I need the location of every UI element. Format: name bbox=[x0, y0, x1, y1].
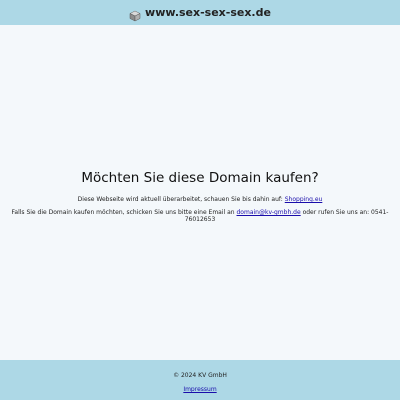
page-title: Möchten Sie diese Domain kaufen? bbox=[81, 170, 319, 186]
impressum-container: Impressum bbox=[0, 386, 400, 393]
copyright: © 2024 KV GmbH bbox=[173, 372, 227, 379]
cube-icon bbox=[129, 7, 141, 21]
site-header: www.sex-sex-sex.de bbox=[0, 0, 400, 25]
info-text: Diese Webseite wird aktuell überarbeitet… bbox=[0, 196, 400, 203]
contact-text-before: Falls Sie die Domain kaufen möchten, sch… bbox=[11, 209, 237, 216]
info-text-label: Diese Webseite wird aktuell überarbeitet… bbox=[77, 196, 285, 203]
site-footer: © 2024 KV GmbH Impressum bbox=[0, 360, 400, 400]
site-name: www.sex-sex-sex.de bbox=[145, 6, 271, 19]
main-content: Möchten Sie diese Domain kaufen? Diese W… bbox=[0, 25, 400, 360]
shopping-link[interactable]: Shopping.eu bbox=[285, 196, 323, 203]
impressum-link[interactable]: Impressum bbox=[183, 386, 216, 393]
contact-text: Falls Sie die Domain kaufen möchten, sch… bbox=[0, 209, 400, 223]
email-link[interactable]: domain@kv-gmbh.de bbox=[237, 209, 301, 216]
